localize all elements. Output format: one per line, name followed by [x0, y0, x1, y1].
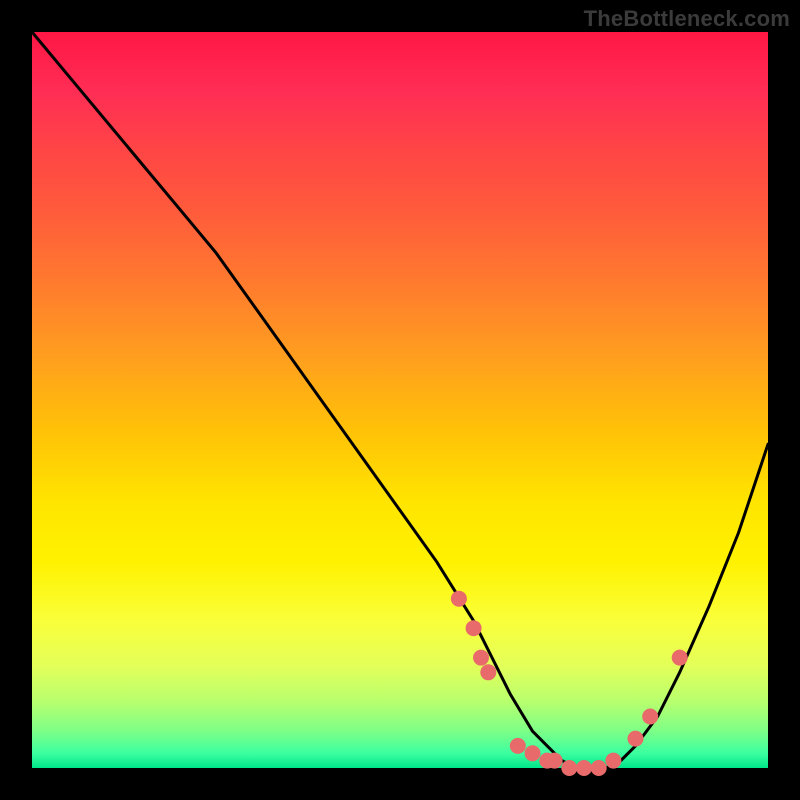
marker-dot [466, 620, 482, 636]
marker-dot [510, 738, 526, 754]
marker-dot [605, 753, 621, 769]
marker-dots-group [451, 591, 688, 776]
marker-dot [576, 760, 592, 776]
marker-dot [642, 709, 658, 725]
marker-dot [547, 753, 563, 769]
marker-dot [561, 760, 577, 776]
bottleneck-curve [32, 32, 768, 768]
marker-dot [591, 760, 607, 776]
marker-dot [480, 664, 496, 680]
chart-svg [32, 32, 768, 768]
watermark-text: TheBottleneck.com [584, 6, 790, 32]
chart-plot-area [32, 32, 768, 768]
marker-dot [525, 745, 541, 761]
marker-dot [672, 650, 688, 666]
marker-dot [473, 650, 489, 666]
marker-dot [628, 731, 644, 747]
marker-dot [451, 591, 467, 607]
